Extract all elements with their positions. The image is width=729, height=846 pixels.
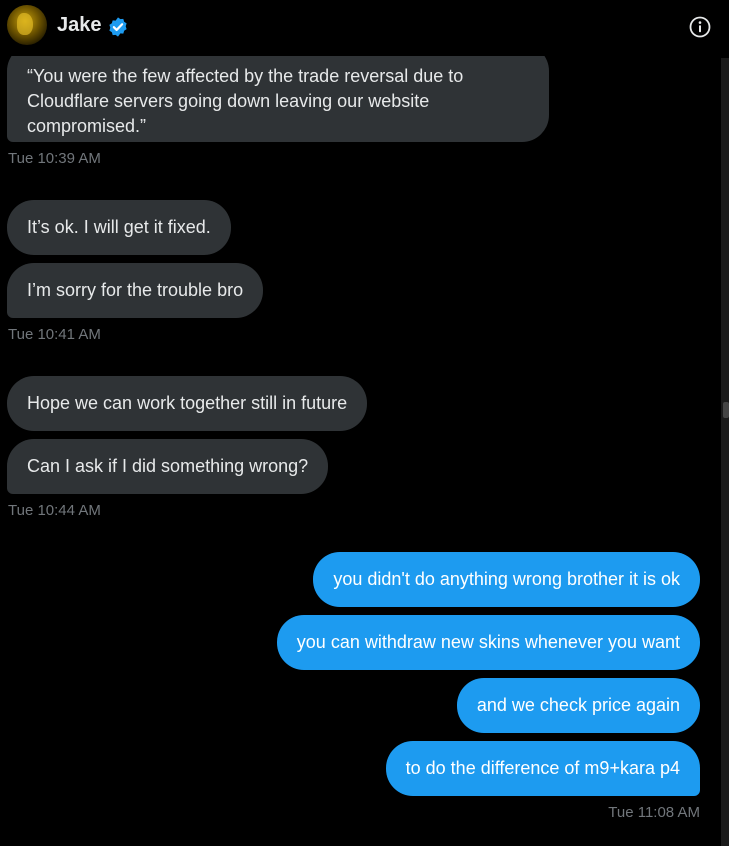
scrollbar-thumb[interactable] — [723, 402, 729, 418]
message-incoming: “You were the few affected by the trade … — [7, 44, 549, 142]
info-icon[interactable] — [688, 15, 712, 39]
message-timestamp: Tue 10:44 AM — [8, 502, 101, 519]
contact-name[interactable]: Jake — [57, 14, 102, 37]
avatar[interactable] — [7, 5, 47, 45]
message-outgoing: you can withdraw new skins whenever you … — [276, 615, 700, 670]
message-incoming: I’m sorry for the trouble bro — [7, 263, 264, 318]
scrollbar-track[interactable] — [721, 58, 729, 846]
message-outgoing: to do the difference of m9+kara p4 — [385, 741, 700, 796]
verified-badge-icon — [107, 16, 129, 38]
message-timestamp: Tue 10:39 AM — [8, 150, 101, 167]
message-timestamp: Tue 10:41 AM — [8, 326, 101, 343]
message-outgoing: you didn't do anything wrong brother it … — [313, 552, 700, 607]
message-incoming: It’s ok. I will get it fixed. — [7, 200, 231, 255]
message-incoming: Hope we can work together still in futur… — [7, 376, 368, 431]
message-timestamp: Tue 11:08 AM — [608, 804, 700, 821]
message-incoming: Can I ask if I did something wrong? — [7, 439, 329, 494]
message-outgoing: and we check price again — [456, 678, 700, 733]
conversation-header: Jake — [0, 0, 729, 56]
